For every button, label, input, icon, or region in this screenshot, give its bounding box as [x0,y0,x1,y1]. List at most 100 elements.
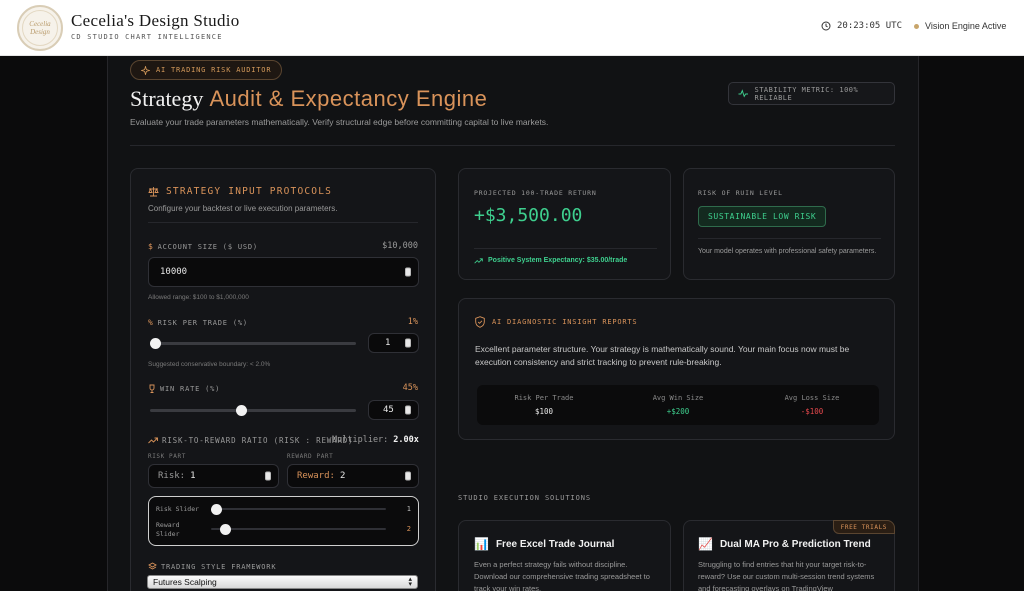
stat-loss-value: -$100 [800,407,824,416]
diagnostic-text: Excellent parameter structure. Your stra… [475,344,850,367]
account-size-hint: Allowed range: $100 to $1,000,000 [148,294,249,301]
page-title-part1: Strategy [130,86,204,111]
ruin-label: RISK OF RUIN LEVEL [698,189,783,197]
scale-icon [148,187,159,197]
projection-divider [474,248,657,249]
win-rate-label: WIN RATE (%) [148,384,220,393]
utc-clock: 20:23:05 UTC [821,21,902,31]
account-size-input[interactable]: 10000 [148,257,419,287]
brand-subtitle: CD STUDIO CHART INTELLIGENCE [71,33,223,41]
rr-ratio-label: RISK-TO-REWARD RATIO (RISK : REWARD) [148,436,353,445]
rr-multiplier: Multiplier: 2.00x [332,435,419,445]
page-subtitle: Evaluate your trade parameters mathemati… [130,117,549,127]
reward-part-value: 2 [339,471,346,481]
risk-of-ruin-card: RISK OF RUIN LEVEL SUSTAINABLE LOW RISK … [683,168,895,280]
solutions-heading: STUDIO EXECUTION SOLUTIONS [458,494,591,502]
reward-slider-label: Reward Slider [156,521,180,538]
input-card-subtitle: Configure your backtest or live executio… [148,204,338,213]
input-card-divider [148,222,418,223]
input-card-header: STRATEGY INPUT PROTOCOLS [148,186,332,197]
rr-reward-slider[interactable] [211,524,386,535]
bar-chart-icon: 📊 [474,537,489,551]
risk-per-trade-display: 1% [407,317,418,327]
win-rate-display: 45% [402,383,418,393]
logo-signature: Cecelia Design [22,10,58,46]
risk-part-value: 1 [190,471,196,481]
stat-win-label: Avg Win Size [652,394,704,402]
account-size-label-text: ACCOUNT SIZE ($ USD) [157,242,258,251]
line-chart-icon: 📈 [698,537,713,551]
risk-part-input[interactable]: Risk: 1 [148,464,279,488]
rr-risk-slider-thumb[interactable] [211,504,222,515]
win-rate-slider-thumb[interactable] [236,405,247,416]
page-title-part2: Audit & Expectancy Engine [209,86,488,111]
win-rate-input[interactable]: 45 [368,400,419,420]
win-rate-stepper[interactable] [405,405,411,415]
percent-icon: % [148,318,154,327]
select-arrows-icon: ▴ ▾ [408,576,412,588]
win-rate-slider[interactable] [150,405,356,416]
reward-part-stepper[interactable] [405,471,411,481]
ai-auditor-label: AI TRADING RISK AUDITOR [156,66,272,74]
risk-part-label: RISK PART [148,453,186,460]
reward-part-prefix: Reward: [297,471,335,481]
trading-style-label: TRADING STYLE FRAMEWORK [148,562,276,571]
journal-title-row: 📊 Free Excel Trade Journal [474,537,614,551]
account-size-value: 10000 [160,267,188,277]
ruin-note: Your model operates with professional sa… [698,248,877,255]
page-title: Strategy Audit & Expectancy Engine [130,86,487,112]
reward-part-input[interactable]: Reward: 2 [287,464,419,488]
studio-logo[interactable]: Cecelia Design [17,5,63,51]
risk-slider-label: Risk Slider [156,505,200,513]
stat-loss-label: Avg Loss Size [784,394,840,402]
win-rate-value: 45 [383,405,394,415]
trend-up-icon [148,437,158,444]
diagnostic-stats: Risk Per Trade $100 Avg Win Size +$200 A… [477,385,879,425]
rr-multiplier-value: 2.00x [393,435,419,445]
risk-per-trade-hint: Suggested conservative boundary: < 2.0% [148,361,271,368]
account-size-stepper[interactable] [405,267,411,277]
status-text: Vision Engine Active [925,21,1007,31]
trophy-icon [149,384,155,393]
trading-style-select[interactable]: Futures Scalping ▴ ▾ [147,575,418,589]
risk-slider-thumb[interactable] [150,338,161,349]
diagnostic-header: AI DIAGNOSTIC INSIGHT REPORTS [475,316,637,328]
risk-part-prefix: Risk: [158,471,186,481]
journal-title: Free Excel Trade Journal [495,538,615,550]
dual-ma-text: Struggling to find entries that hit your… [698,560,875,591]
clock-icon [821,21,831,31]
solution-card-journal[interactable]: 📊 Free Excel Trade Journal Even a perfec… [458,520,671,591]
pulse-icon [738,89,749,98]
expectancy-note-text: Positive System Expectancy: $35.00/trade [488,257,628,264]
diagnostic-card: AI DIAGNOSTIC INSIGHT REPORTS Excellent … [458,298,895,440]
risk-per-trade-stepper[interactable] [405,338,411,348]
projection-label: PROJECTED 100-TRADE RETURN [474,189,597,197]
ruin-divider [698,238,881,239]
trading-style-label-text: TRADING STYLE FRAMEWORK [161,562,277,571]
strategy-input-card: STRATEGY INPUT PROTOCOLS Configure your … [130,168,436,591]
engine-status: Vision Engine Active [914,21,1006,31]
rr-reward-slider-thumb[interactable] [220,524,231,535]
rr-ratio-label-text: RISK-TO-REWARD RATIO (RISK : REWARD) [162,436,354,445]
projection-value: +$3,500.00 [474,205,583,226]
expectancy-note: Positive System Expectancy: $35.00/trade [474,257,627,264]
sparkle-icon [141,65,150,75]
risk-per-trade-slider[interactable] [150,338,356,349]
top-bar: Cecelia Design Cecelia's Design Studio CD… [0,0,1024,56]
rr-risk-slider[interactable] [211,504,386,515]
risk-part-stepper[interactable] [265,471,271,481]
solution-card-dual-ma[interactable]: FREE TRIALS 📈 Dual MA Pro & Prediction T… [683,520,895,591]
shield-icon [475,316,485,328]
journal-text: Even a perfect strategy fails without di… [474,560,650,591]
ai-auditor-badge: AI TRADING RISK AUDITOR [130,60,283,80]
diagnostic-title: AI DIAGNOSTIC INSIGHT REPORTS [492,318,638,326]
trend-up-icon [474,257,483,263]
stability-metric: STABILITY METRIC: 100% RELIABLE [728,82,895,105]
risk-per-trade-input[interactable]: 1 [368,333,419,353]
account-size-label: $ ACCOUNT SIZE ($ USD) [148,242,258,251]
reward-slider-value: 2 [406,525,411,533]
stability-label: STABILITY METRIC: 100% RELIABLE [754,85,859,102]
dual-ma-title-row: 📈 Dual MA Pro & Prediction Trend [698,537,871,551]
dual-ma-title: Dual MA Pro & Prediction Trend [719,538,871,550]
risk-per-trade-label-text: RISK PER TRADE (%) [157,318,248,327]
